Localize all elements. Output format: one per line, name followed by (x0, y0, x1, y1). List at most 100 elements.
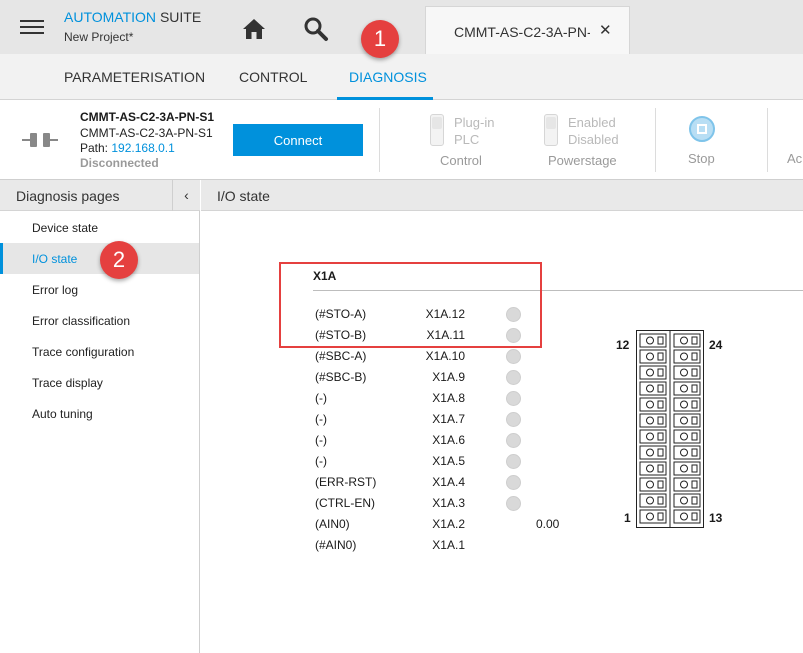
io-pin-id: X1A.9 (432, 370, 465, 384)
io-pin-id: X1A.1 (432, 538, 465, 552)
io-pin-id: X1A.8 (432, 391, 465, 405)
control-toggle[interactable] (430, 114, 444, 146)
app-window: AUTOMATION SUITE New Project* CMMT-AS-C2… (0, 0, 803, 653)
home-icon[interactable] (242, 18, 266, 40)
connector-pin-label: 24 (709, 338, 723, 352)
io-row: (-) X1A.7 (313, 412, 613, 433)
sidebar-item-trace-display[interactable]: Trace display (0, 367, 199, 398)
io-signal-name: (-) (315, 433, 327, 447)
title-bar: AUTOMATION SUITE New Project* CMMT-AS-C2… (0, 0, 803, 54)
connect-button[interactable]: Connect (233, 124, 363, 156)
tab-diagnosis[interactable]: DIAGNOSIS (349, 69, 427, 85)
io-pin-id: X1A.2 (432, 517, 465, 531)
io-row: (-) X1A.5 (313, 454, 613, 475)
content-header: I/O state (201, 180, 803, 211)
sidebar-item-label: Device state (32, 221, 99, 235)
sidebar-header: Diagnosis pages ‹ (0, 180, 200, 211)
io-pin-id: X1A.3 (432, 496, 465, 510)
io-signal-name: (-) (315, 391, 327, 405)
device-subtitle: CMMT-AS-C2-3A-PN-S1 (80, 126, 213, 140)
highlight-annotation (279, 262, 542, 348)
io-pin-id: X1A.7 (432, 412, 465, 426)
io-row: (-) X1A.8 (313, 391, 613, 412)
app-name: AUTOMATION SUITE (64, 9, 201, 25)
io-signal-name: (-) (315, 454, 327, 468)
io-row: (#SBC-B) X1A.9 (313, 370, 613, 391)
sidebar-item-error-classification[interactable]: Error classification (0, 305, 199, 336)
toolbar-divider (655, 108, 656, 172)
plug-icon (22, 133, 58, 147)
io-row: (ERR-RST) X1A.4 (313, 475, 613, 496)
control-option-plugin: Plug-in (454, 115, 495, 130)
device-ip[interactable]: 192.168.0.1 (111, 141, 174, 155)
io-signal-name: (#SBC-B) (315, 370, 367, 384)
io-status-led (506, 391, 521, 406)
document-tab-label: CMMT-AS-C2-3A-PN-S1 (454, 24, 590, 40)
page-title: I/O state (217, 188, 270, 204)
io-signal-name: (#SBC-A) (315, 349, 367, 363)
io-status-led (506, 370, 521, 385)
device-title: CMMT-AS-C2-3A-PN-S1 (80, 110, 215, 124)
sidebar-item-error-log[interactable]: Error log (0, 274, 199, 305)
io-signal-name: (AIN0) (315, 517, 350, 531)
io-signal-name: (-) (315, 412, 327, 426)
callout-badge-2: 2 (100, 241, 138, 279)
powerstage-option-disabled: Disabled (568, 132, 619, 147)
sidebar-item-label: Trace configuration (32, 345, 135, 359)
sidebar-item-label: Trace display (32, 376, 103, 390)
main-tabs: PARAMETERISATION CONTROL DIAGNOSIS (0, 54, 803, 100)
io-analog-value: 0.00 (536, 517, 560, 531)
powerstage-toggle[interactable] (544, 114, 558, 146)
diagnosis-sidebar: Diagnosis pages ‹ Device state I/O state… (0, 180, 200, 653)
io-signal-name: (ERR-RST) (315, 475, 377, 489)
connection-status: Disconnected (80, 156, 159, 170)
toolbar-divider (767, 108, 768, 172)
io-status-led (506, 349, 521, 364)
sidebar-item-device-state[interactable]: Device state (0, 212, 199, 243)
menu-icon[interactable] (20, 20, 44, 34)
stop-label: Stop (688, 151, 715, 166)
io-status-led (506, 454, 521, 469)
collapse-sidebar-button[interactable]: ‹ (172, 180, 200, 211)
io-status-led (506, 496, 521, 511)
connector-pin-label: 12 (616, 338, 630, 352)
io-status-led (506, 412, 521, 427)
app-name-rest: SUITE (159, 9, 202, 25)
sidebar-item-auto-tuning[interactable]: Auto tuning (0, 398, 199, 429)
callout-badge-1: 1 (361, 20, 399, 58)
tab-parameterisation[interactable]: PARAMETERISATION (64, 69, 205, 85)
stop-icon[interactable] (689, 116, 715, 142)
control-option-plc: PLC (454, 132, 480, 147)
io-row: (CTRL-EN) X1A.3 (313, 496, 613, 517)
io-row: (#AIN0) X1A.1 (313, 538, 613, 559)
search-icon[interactable] (303, 16, 329, 42)
connector-pin-label: 13 (709, 511, 723, 525)
device-path-label: Path: (80, 141, 109, 155)
powerstage-group-label: Powerstage (548, 153, 617, 168)
device-path: Path: 192.168.0.1 (80, 141, 175, 155)
io-signal-name: (#AIN0) (315, 538, 357, 552)
io-pin-id: X1A.10 (425, 349, 465, 363)
control-group-label: Control (440, 153, 482, 168)
connector-pin-label: 1 (624, 511, 631, 525)
device-toolbar: CMMT-AS-C2-3A-PN-S1 CMMT-AS-C2-3A-PN-S1 … (0, 100, 803, 180)
close-icon[interactable]: ✕ (599, 21, 612, 39)
toolbar-cut-label: Ac (787, 151, 803, 166)
io-status-led (506, 475, 521, 490)
document-tab[interactable]: CMMT-AS-C2-3A-PN-S1 ✕ (425, 6, 630, 54)
app-name-accent: AUTOMATION (64, 9, 157, 25)
sidebar-item-label: Error classification (32, 314, 131, 328)
sidebar-item-label: Auto tuning (32, 407, 93, 421)
sidebar-item-trace-configuration[interactable]: Trace configuration (0, 336, 199, 367)
io-pin-id: X1A.6 (432, 433, 465, 447)
tab-control[interactable]: CONTROL (239, 69, 307, 85)
sidebar-title: Diagnosis pages (16, 188, 120, 204)
sidebar-item-label: Error log (32, 283, 79, 297)
project-name: New Project* (64, 30, 134, 44)
io-row: (-) X1A.6 (313, 433, 613, 454)
io-signal-name: (CTRL-EN) (315, 496, 375, 510)
x1a-connector-diagram (636, 330, 704, 528)
powerstage-option-enabled: Enabled (568, 115, 616, 130)
toolbar-divider (379, 108, 380, 172)
sidebar-item-label: I/O state (32, 252, 78, 266)
